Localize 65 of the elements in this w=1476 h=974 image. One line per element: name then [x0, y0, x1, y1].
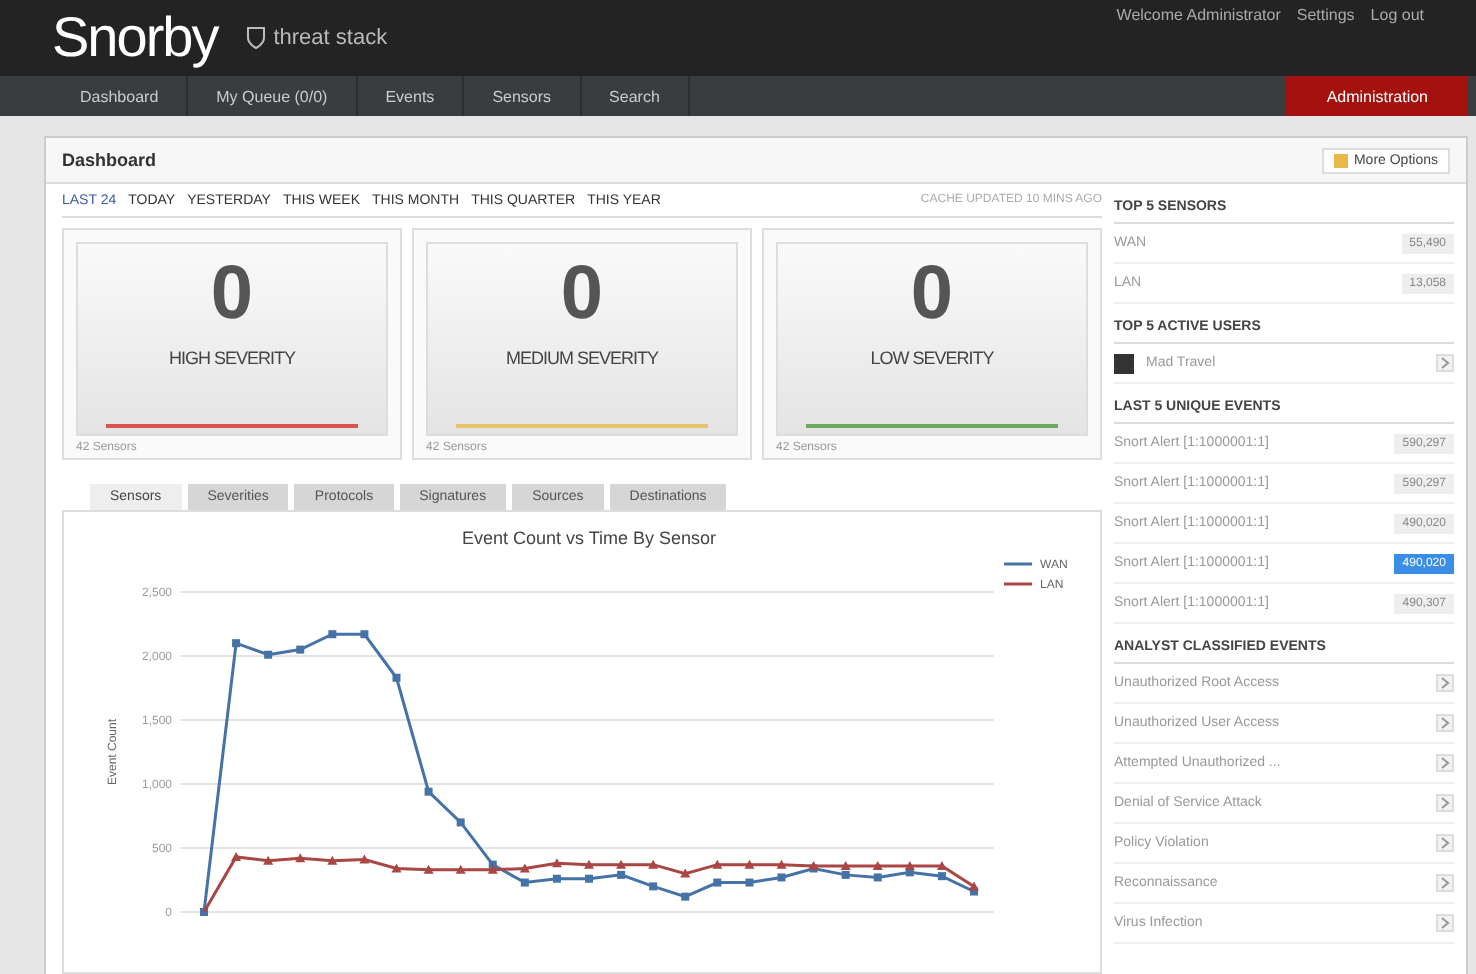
data-point [519, 863, 530, 873]
data-point [680, 868, 691, 878]
nav-tab[interactable]: Dashboard [52, 76, 189, 116]
nav-tab[interactable]: My Queue (0/0) [188, 76, 358, 116]
data-point [585, 874, 593, 883]
nav-tab[interactable]: Events [357, 76, 465, 116]
arrow-icon[interactable] [1436, 914, 1454, 932]
data-point [263, 855, 274, 865]
data-point [456, 818, 465, 827]
shield-icon [245, 26, 266, 50]
severity-label: HIGH SEVERITY [168, 348, 295, 368]
data-point [392, 673, 401, 682]
chart-title: Event Count vs Time By Sensor [461, 528, 717, 548]
arrow-icon[interactable] [1436, 834, 1454, 852]
arrow-icon[interactable] [1436, 714, 1454, 732]
data-point [713, 878, 722, 887]
data-point [200, 908, 208, 916]
data-point [295, 853, 306, 863]
data-point [551, 858, 562, 868]
user-link[interactable]: Settings [1296, 6, 1355, 24]
data-point [232, 639, 241, 648]
data-point [360, 630, 369, 639]
arrow-icon[interactable] [1436, 874, 1454, 892]
partner-logo-text: threat stack [273, 26, 388, 50]
severity-count: 0 [210, 256, 254, 332]
nav-tab[interactable]: Search [581, 76, 690, 116]
data-point [328, 630, 337, 639]
data-point [744, 859, 755, 869]
data-point [296, 645, 305, 654]
data-point [552, 874, 561, 883]
data-point [327, 855, 338, 865]
data-point [745, 878, 754, 887]
data-point [649, 882, 658, 891]
options-icon [1333, 153, 1348, 167]
data-point [681, 892, 690, 901]
administration-button[interactable]: Administration [1286, 76, 1468, 116]
severity-count: 0 [910, 256, 954, 332]
avatar-icon [1114, 353, 1134, 373]
arrow-icon[interactable] [1436, 754, 1454, 772]
user-link[interactable]: Log out [1370, 6, 1424, 24]
user-link[interactable]: Welcome Administrator [1116, 6, 1281, 24]
severity-count: 0 [560, 256, 604, 332]
data-point [712, 859, 723, 869]
arrow-icon[interactable] [1436, 794, 1454, 812]
arrow-icon[interactable] [1436, 674, 1454, 692]
data-point [231, 851, 242, 861]
data-point [584, 859, 594, 869]
severity-label: LOW SEVERITY [870, 348, 994, 368]
data-point [264, 650, 273, 659]
data-point [391, 863, 402, 873]
severity-label: MEDIUM SEVERITY [505, 348, 658, 368]
logo-text: Snorby [52, 6, 218, 70]
data-point [873, 873, 882, 882]
data-point [520, 878, 529, 887]
arrow-icon[interactable] [1436, 354, 1454, 372]
data-point [455, 864, 466, 874]
data-point [423, 864, 434, 874]
panel-title: Dashboard [62, 150, 157, 170]
data-point [424, 787, 433, 796]
nav-tab[interactable]: Sensors [464, 76, 582, 116]
data-point [359, 854, 370, 864]
data-point [777, 873, 786, 882]
data-point [776, 859, 787, 869]
data-point [872, 860, 883, 870]
data-point [648, 859, 659, 869]
